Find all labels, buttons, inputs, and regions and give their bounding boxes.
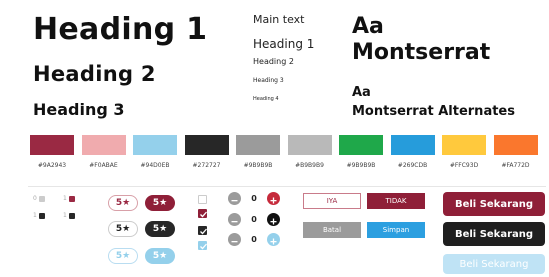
plus-icon[interactable] <box>267 213 280 226</box>
thumb-up-icon[interactable] <box>68 212 75 219</box>
color-chip <box>30 135 74 155</box>
color-hex-label: #F0ABAE <box>89 162 118 169</box>
color-hex-label: #9B9B9B <box>243 162 273 169</box>
heading-1-sample: Heading 1 <box>33 12 208 47</box>
color-hex-label: #9B9B9B <box>346 162 376 169</box>
primary-font-sample: Aa <box>352 14 384 39</box>
color-chip <box>442 135 486 155</box>
like-count: 1 <box>63 195 75 202</box>
minus-icon[interactable] <box>228 233 241 246</box>
batal-button[interactable]: Batal <box>303 222 361 238</box>
color-chip <box>287 135 332 155</box>
stepper-value: 0 <box>251 235 257 244</box>
color-swatch: #9B9B9B <box>339 135 383 169</box>
heading-2-sample: Heading 2 <box>33 62 156 86</box>
heading4-small-sample: Heading 4 <box>253 96 279 102</box>
checkbox-unchecked[interactable] <box>198 195 207 204</box>
minus-icon[interactable] <box>228 192 241 205</box>
stepper-value: 0 <box>251 194 257 203</box>
checkbox-checked[interactable] <box>198 226 207 235</box>
plus-icon[interactable] <box>267 233 280 246</box>
divider <box>28 186 546 187</box>
checkbox-checked[interactable] <box>198 209 207 218</box>
color-hex-label: #FFC93D <box>449 162 479 169</box>
color-swatch: #94D0EB <box>133 135 177 169</box>
check-icon <box>200 211 207 218</box>
simpan-button[interactable]: Simpan <box>367 222 425 238</box>
like-count: 1 <box>63 212 75 219</box>
color-swatch: #B9B9B9 <box>287 135 332 169</box>
color-hex-label: #272727 <box>192 162 221 169</box>
check-icon <box>200 228 207 235</box>
rating-pill[interactable]: 5★ <box>108 248 138 264</box>
rating-pill[interactable]: 5★ <box>108 195 138 211</box>
heading3-small-sample: Heading 3 <box>253 77 284 84</box>
color-chip <box>390 135 435 155</box>
color-chip <box>81 135 126 155</box>
color-swatch: #269CDB <box>390 135 435 169</box>
alt-font-name: Montserrat Alternates <box>352 104 515 119</box>
thumb-up-icon[interactable] <box>38 212 45 219</box>
color-swatch: #272727 <box>184 135 229 169</box>
color-chip <box>133 135 177 155</box>
color-chip <box>339 135 383 155</box>
buy-now-button-primary[interactable]: Beli Sekarang <box>443 192 545 216</box>
color-chip <box>493 135 538 155</box>
color-hex-label: #B9B9B9 <box>295 162 324 169</box>
heading2-small-sample: Heading 2 <box>253 57 294 66</box>
stepper-value: 0 <box>251 215 257 224</box>
color-swatch: #F0ABAE <box>81 135 126 169</box>
heading1-small-sample: Heading 1 <box>253 37 315 51</box>
tidak-button[interactable]: TIDAK <box>367 193 425 209</box>
main-text-sample: Main text <box>253 13 305 26</box>
thumb-up-icon[interactable] <box>68 195 75 202</box>
color-swatch: #FA772D <box>493 135 538 169</box>
iya-button[interactable]: IYA <box>303 193 361 209</box>
plus-icon[interactable] <box>267 192 280 205</box>
checkbox-checked[interactable] <box>198 241 207 250</box>
rating-pill-active[interactable]: 5★ <box>145 248 175 264</box>
color-hex-label: #9A2943 <box>37 162 67 169</box>
rating-pill[interactable]: 5★ <box>108 221 138 237</box>
color-hex-label: #94D0EB <box>140 162 170 169</box>
like-count: 0 <box>33 195 45 202</box>
primary-font-name: Montserrat <box>352 40 491 65</box>
color-swatch: #9A2943 <box>30 135 74 169</box>
minus-icon[interactable] <box>228 213 241 226</box>
color-chip <box>184 135 229 155</box>
rating-pill-active[interactable]: 5★ <box>145 221 175 237</box>
color-chip <box>236 135 280 155</box>
like-count: 1 <box>33 212 45 219</box>
color-hex-label: #269CDB <box>397 162 428 169</box>
color-swatch: #FFC93D <box>442 135 486 169</box>
buy-now-button-dark[interactable]: Beli Sekarang <box>443 222 545 246</box>
buy-now-button-disabled[interactable]: Beli Sekarang <box>443 254 545 274</box>
rating-pill-active[interactable]: 5★ <box>145 195 175 211</box>
check-icon <box>200 243 207 250</box>
color-swatch: #9B9B9B <box>236 135 280 169</box>
heading-3-sample: Heading 3 <box>33 100 125 119</box>
thumb-up-icon[interactable] <box>38 195 45 202</box>
color-hex-label: #FA772D <box>501 162 530 169</box>
alt-font-sample: Aa <box>352 85 371 100</box>
color-palette: #9A2943 #F0ABAE #94D0EB #272727 #9B9B9B #B9B9… <box>30 135 545 177</box>
